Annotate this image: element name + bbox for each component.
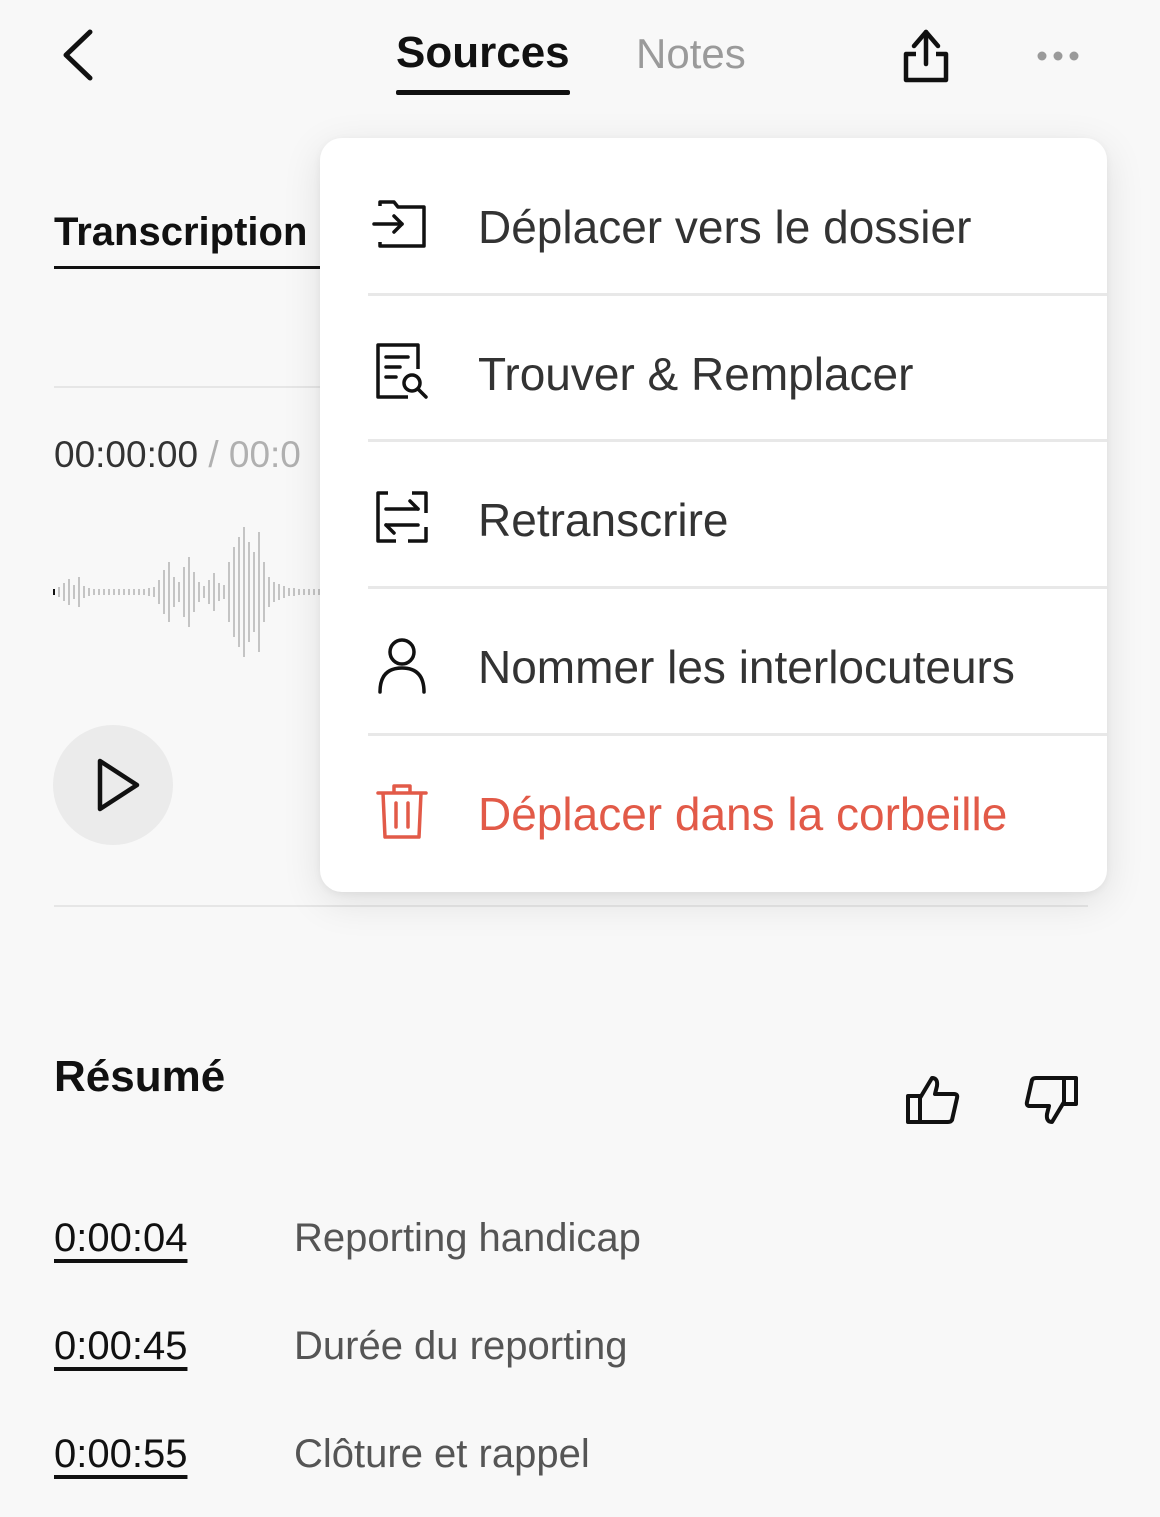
playback-time: 00:00:00 / 00:0 (54, 434, 301, 476)
summary-title: Résumé (54, 1052, 226, 1101)
more-horizontal-icon (1037, 51, 1079, 61)
menu-item-move-to-folder[interactable]: Déplacer vers le dossier (320, 148, 1107, 294)
trash-icon (376, 784, 428, 839)
share-icon (903, 29, 949, 83)
recording-detail-screen: Sources Notes Transcription 00:00:00 / 0… (0, 0, 1160, 1517)
thumbs-up-icon (906, 1076, 960, 1124)
play-icon (97, 758, 140, 812)
summary-timestamp-link[interactable]: 0:00:55 (54, 1432, 187, 1477)
menu-item-label: Déplacer dans la corbeille (478, 788, 1008, 840)
active-tab-indicator (396, 90, 570, 95)
tab-notes[interactable]: Notes (636, 30, 746, 78)
chevron-left-icon (63, 29, 93, 81)
menu-item-label: Nommer les interlocuteurs (478, 641, 1015, 693)
current-time: 00:00:00 (54, 434, 199, 475)
summary-timestamp-link[interactable]: 0:00:04 (54, 1216, 187, 1261)
summary-item: 0:00:04 Reporting handicap (54, 1216, 1104, 1276)
divider (54, 905, 1088, 907)
back-button[interactable] (52, 22, 112, 88)
transcription-tab[interactable]: Transcription (54, 210, 307, 255)
person-icon (378, 638, 426, 694)
summary-item-text: Durée du reporting (294, 1324, 628, 1368)
summary-item: 0:00:45 Durée du reporting (54, 1324, 1104, 1384)
tab-sources[interactable]: Sources (396, 28, 570, 95)
menu-item-retranscribe[interactable]: Retranscrire (320, 441, 1107, 587)
tab-notes-label: Notes (636, 30, 746, 77)
summary-item: 0:00:55 Clôture et rappel (54, 1432, 1104, 1492)
summary-timestamp-link[interactable]: 0:00:45 (54, 1324, 187, 1369)
menu-item-move-to-trash[interactable]: Déplacer dans la corbeille (320, 735, 1107, 881)
transcription-tab-indicator (54, 266, 334, 269)
menu-item-label: Trouver & Remplacer (478, 348, 914, 400)
menu-item-find-replace[interactable]: Trouver & Remplacer (320, 295, 1107, 441)
summary-item-text: Reporting handicap (294, 1216, 641, 1260)
thumbs-up-button[interactable] (900, 1070, 964, 1130)
total-time: 00:0 (228, 434, 301, 475)
menu-item-label: Déplacer vers le dossier (478, 201, 972, 253)
tab-sources-label: Sources (396, 28, 570, 77)
more-options-menu: Déplacer vers le dossier Trouver & Rempl… (320, 138, 1107, 892)
audio-waveform[interactable] (52, 520, 332, 670)
retranscribe-icon (376, 491, 428, 543)
summary-item-text: Clôture et rappel (294, 1432, 590, 1476)
move-to-folder-icon (372, 200, 426, 248)
play-button[interactable] (53, 725, 173, 845)
menu-item-label: Retranscrire (478, 494, 729, 546)
find-replace-icon (376, 343, 428, 399)
more-options-button[interactable] (1030, 36, 1086, 76)
menu-item-name-speakers[interactable]: Nommer les interlocuteurs (320, 588, 1107, 734)
thumbs-down-icon (1024, 1076, 1078, 1124)
thumbs-down-button[interactable] (1020, 1070, 1084, 1130)
time-separator: / (208, 434, 219, 475)
share-button[interactable] (896, 22, 956, 88)
